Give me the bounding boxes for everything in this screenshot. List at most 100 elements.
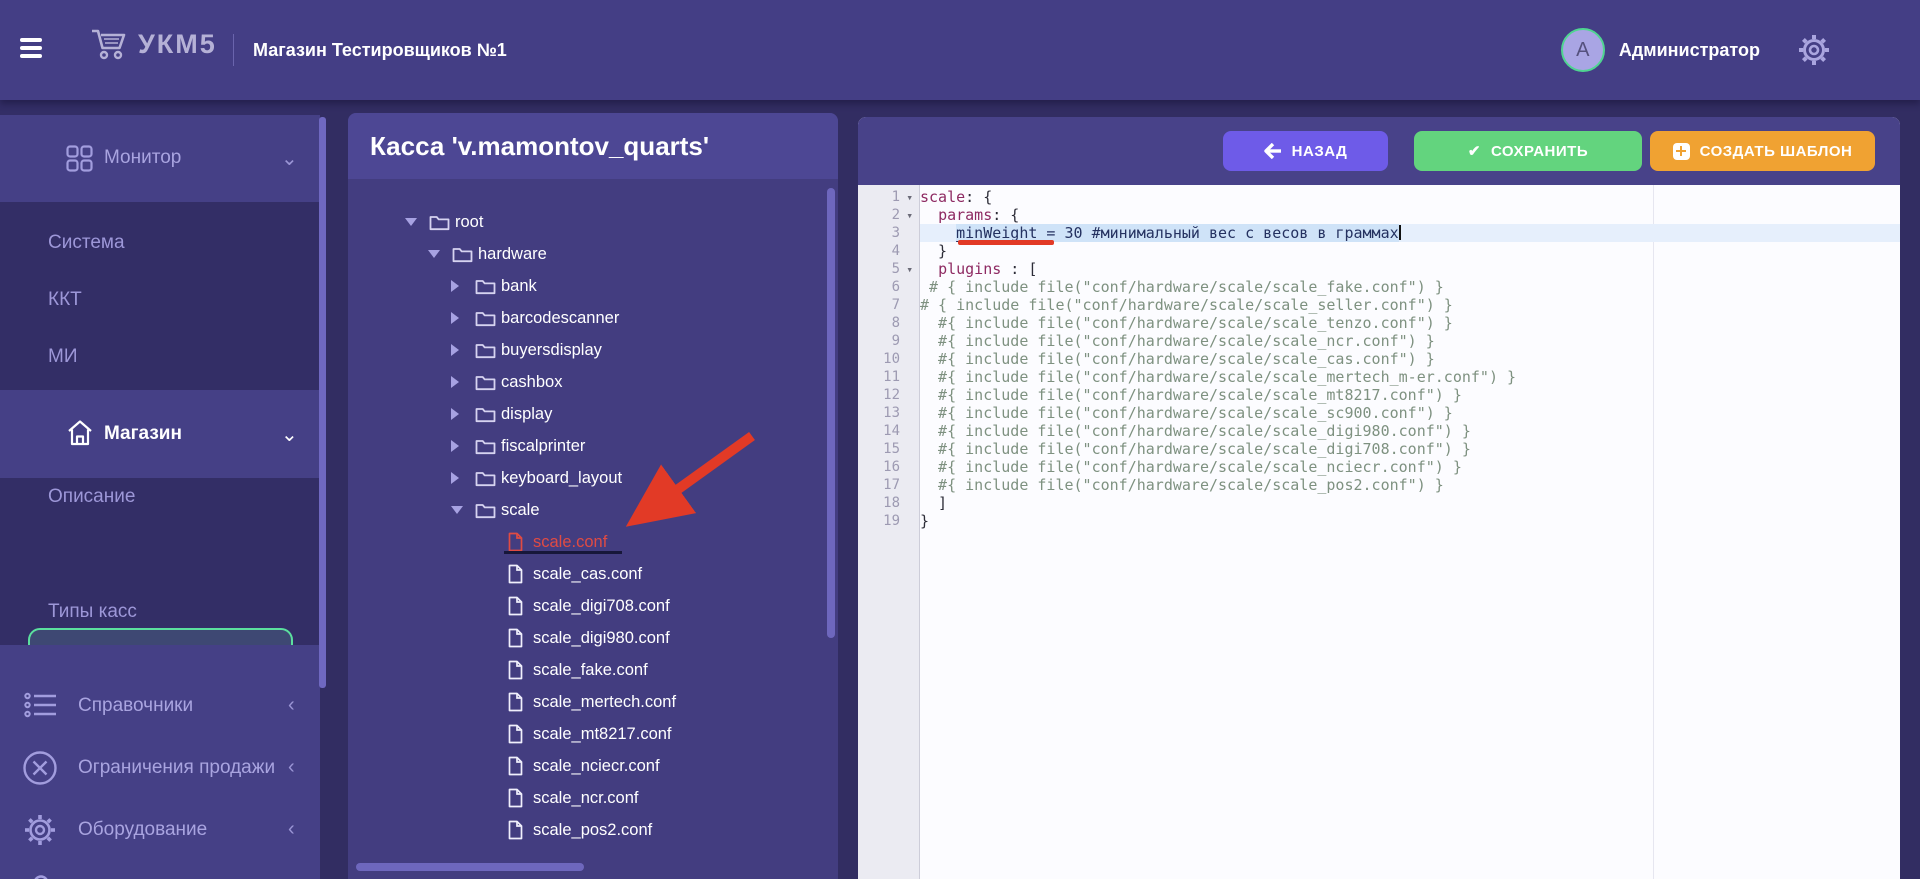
code-line-1[interactable]: scale: { — [920, 188, 1900, 206]
sidebar-item-opisanie[interactable]: Описание — [48, 481, 135, 513]
settings-gear-icon[interactable] — [1796, 32, 1832, 68]
code-editor[interactable]: scale: { params: { minWeight = 30 #миним… — [920, 185, 1900, 879]
code-line-13[interactable]: #{ include file("conf/hardware/scale/sca… — [920, 404, 1900, 422]
code-line-15[interactable]: #{ include file("conf/hardware/scale/sca… — [920, 440, 1900, 458]
code-line-14[interactable]: #{ include file("conf/hardware/scale/sca… — [920, 422, 1900, 440]
code-line-19[interactable]: } — [920, 512, 1900, 530]
sidebar-item-kkt[interactable]: ККТ — [48, 284, 82, 316]
file-icon — [508, 596, 523, 616]
tree-vertical-scrollbar[interactable] — [827, 188, 835, 638]
expand-arrow-icon[interactable] — [451, 506, 475, 514]
collapse-arrow-icon[interactable] — [451, 472, 475, 484]
code-line-8[interactable]: #{ include file("conf/hardware/scale/sca… — [920, 314, 1900, 332]
grid-icon — [66, 145, 93, 172]
collapse-arrow-icon[interactable] — [451, 344, 475, 356]
sidebar-item-sistema[interactable]: Система — [48, 227, 125, 259]
expand-arrow-icon[interactable] — [428, 250, 452, 258]
expand-arrow-icon[interactable] — [405, 218, 429, 226]
tree-node-label: bank — [501, 276, 537, 295]
folder-icon — [475, 375, 496, 390]
tree-folder-scale[interactable]: scale — [348, 494, 838, 526]
tree-file-scale_pos2.conf[interactable]: scale_pos2.conf — [348, 814, 838, 846]
fold-arrow-icon[interactable]: ▾ — [900, 191, 913, 204]
sidebar-item-label: Монитор — [104, 147, 182, 168]
tree-file-scale_nciecr.conf[interactable]: scale_nciecr.conf — [348, 750, 838, 782]
code-line-5[interactable]: plugins : [ — [920, 260, 1900, 278]
code-line-2[interactable]: params: { — [920, 206, 1900, 224]
sidebar: Монитор ⌄ Система ККТ МИ Магазин ⌄ Описа… — [0, 100, 320, 879]
line-number: 14 — [883, 423, 900, 439]
code-line-3[interactable]: minWeight = 30 #минимальный вес с весов … — [920, 224, 1900, 242]
tree-folder-root[interactable]: root — [348, 206, 838, 238]
line-number: 9 — [891, 333, 900, 349]
code-line-17[interactable]: #{ include file("conf/hardware/scale/sca… — [920, 476, 1900, 494]
tree-file-scale_ncr.conf[interactable]: scale_ncr.conf — [348, 782, 838, 814]
create-template-button[interactable]: СОЗДАТЬ ШАБЛОН — [1650, 131, 1875, 171]
tree-node-label: fiscalprinter — [501, 436, 586, 455]
sidebar-item-mi[interactable]: МИ — [48, 341, 77, 373]
tree-node-label: root — [455, 212, 484, 231]
tree-file-scale.conf[interactable]: scale.conf — [348, 526, 838, 558]
tree-folder-hardware[interactable]: hardware — [348, 238, 838, 270]
collapse-arrow-icon[interactable] — [451, 280, 475, 292]
folder-icon — [475, 343, 496, 358]
tree-node-label: scale_fake.conf — [533, 660, 648, 679]
code-line-16[interactable]: #{ include file("conf/hardware/scale/sca… — [920, 458, 1900, 476]
code-line-9[interactable]: #{ include file("conf/hardware/scale/sca… — [920, 332, 1900, 350]
text-cursor — [1398, 225, 1401, 240]
fold-arrow-icon[interactable]: ▾ — [900, 263, 913, 276]
tree-folder-buyersdisplay[interactable]: buyersdisplay — [348, 334, 838, 366]
tree-folder-display[interactable]: display — [348, 398, 838, 430]
avatar[interactable]: А — [1560, 28, 1605, 72]
file-icon — [508, 756, 523, 776]
tree-file-scale_mertech.conf[interactable]: scale_mertech.conf — [348, 686, 838, 718]
tree-folder-barcodescanner[interactable]: barcodescanner — [348, 302, 838, 334]
hamburger-menu-icon[interactable] — [20, 34, 42, 64]
sidebar-item-monitor[interactable]: Монитор ⌄ — [0, 115, 320, 202]
tree-folder-keyboard_layout[interactable]: keyboard_layout — [348, 462, 838, 494]
line-number: 8 — [891, 315, 900, 331]
tree-node-label: scale_digi708.conf — [533, 596, 670, 615]
code-line-11[interactable]: #{ include file("conf/hardware/scale/sca… — [920, 368, 1900, 386]
code-line-18[interactable]: ] — [920, 494, 1900, 512]
folder-icon — [429, 215, 450, 230]
fold-arrow-icon[interactable]: ▾ — [900, 209, 913, 222]
collapse-arrow-icon[interactable] — [451, 376, 475, 388]
user-menu[interactable]: А Администратор — [1560, 28, 1760, 72]
sidebar-item-magazin[interactable]: Магазин ⌄ — [0, 390, 320, 478]
tree-node-label: scale_nciecr.conf — [533, 756, 660, 775]
file-icon — [508, 660, 523, 680]
tree-file-scale_mt8217.conf[interactable]: scale_mt8217.conf — [348, 718, 838, 750]
tree-file-scale_fake.conf[interactable]: scale_fake.conf — [348, 654, 838, 686]
tree-node-label: hardware — [478, 244, 547, 263]
tree-file-scale_cas.conf[interactable]: scale_cas.conf — [348, 558, 838, 590]
line-number: 7 — [891, 297, 900, 313]
app-window: УКМ5 Магазин Тестировщиков №1 А Админист… — [0, 0, 1920, 879]
collapse-arrow-icon[interactable] — [451, 408, 475, 420]
tree-horizontal-scrollbar[interactable] — [356, 863, 584, 871]
line-number: 4 — [891, 243, 900, 259]
tree-file-scale_digi708.conf[interactable]: scale_digi708.conf — [348, 590, 838, 622]
tree-node-label: keyboard_layout — [501, 468, 623, 487]
sidebar-scrollbar[interactable] — [319, 117, 326, 688]
save-button-label: СОХРАНИТЬ — [1490, 142, 1589, 160]
code-line-6[interactable]: # { include file("conf/hardware/scale/sc… — [920, 278, 1900, 296]
line-number: 17 — [883, 477, 900, 493]
sidebar-item-tipy-kass[interactable]: Типы касс — [48, 596, 137, 628]
collapse-arrow-icon[interactable] — [451, 440, 475, 452]
code-line-7[interactable]: # { include file("conf/hardware/scale/sc… — [920, 296, 1900, 314]
code-line-4[interactable]: } — [920, 242, 1900, 260]
tree-file-scale_digi980.conf[interactable]: scale_digi980.conf — [348, 622, 838, 654]
list-icon — [24, 692, 56, 718]
code-line-12[interactable]: #{ include file("conf/hardware/scale/sca… — [920, 386, 1900, 404]
sidebar-bottom-sections: Справочники ‹ Ограничения продажи ‹ Обор… — [0, 645, 320, 879]
code-line-10[interactable]: #{ include file("conf/hardware/scale/sca… — [920, 350, 1900, 368]
tree-node-label: scale_cas.conf — [533, 564, 643, 583]
tree-folder-cashbox[interactable]: cashbox — [348, 366, 838, 398]
save-button[interactable]: ✔ СОХРАНИТЬ — [1414, 131, 1642, 171]
tree-folder-bank[interactable]: bank — [348, 270, 838, 302]
collapse-arrow-icon[interactable] — [451, 312, 475, 324]
tree-folder-fiscalprinter[interactable]: fiscalprinter — [348, 430, 838, 462]
editor-toolbar: НАЗАД ✔ СОХРАНИТЬ СОЗДАТЬ ШАБЛОН — [858, 117, 1900, 185]
back-button[interactable]: НАЗАД — [1223, 131, 1388, 171]
